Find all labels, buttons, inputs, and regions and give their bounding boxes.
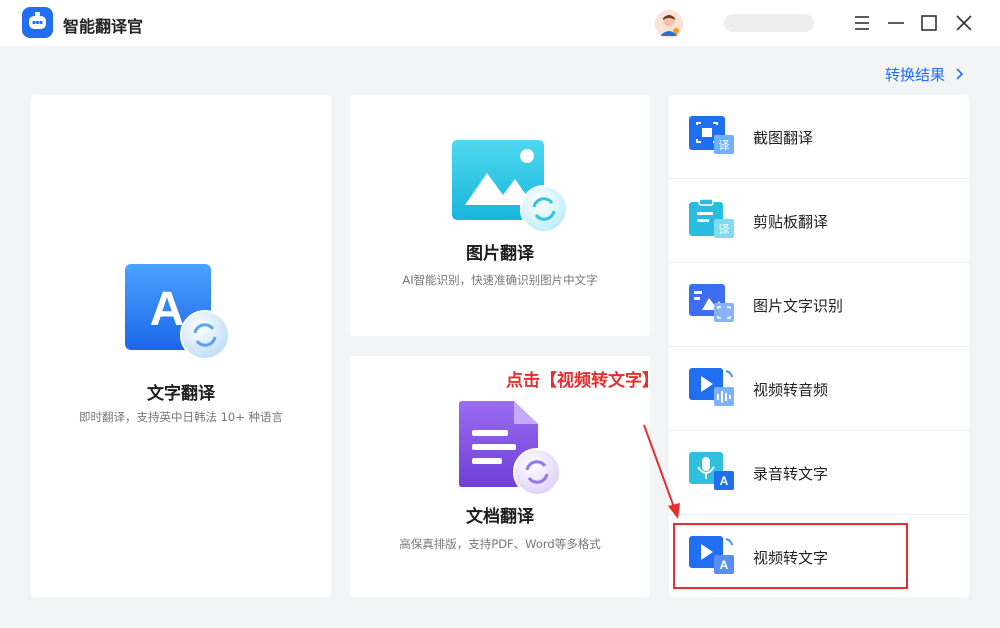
chat-bot-icon	[22, 7, 53, 38]
conversion-results-label: 转换结果	[885, 66, 946, 84]
doc-translate-desc: 高保真排版，支持PDF、Word等多格式	[399, 537, 601, 551]
document-translate-icon	[458, 400, 568, 500]
close-icon[interactable]	[953, 12, 975, 34]
doc-translate-title: 文档翻译	[466, 507, 534, 527]
highlight-box	[673, 523, 908, 589]
side-item-label: 剪贴板翻译	[753, 213, 829, 231]
menu-icon[interactable]	[851, 12, 873, 34]
app-title: 智能翻译官	[63, 17, 144, 36]
side-item-label: 录音转文字	[753, 465, 829, 483]
letter-a-translate-icon: A	[123, 263, 233, 363]
side-item-label: 图片文字识别	[753, 297, 844, 315]
video-to-audio-icon	[688, 367, 736, 407]
image-translate-card[interactable]: 图片翻译 AI智能识别，快速准确识别图片中文字	[350, 95, 650, 336]
maximize-icon[interactable]	[918, 12, 940, 34]
svg-text:译: 译	[719, 223, 730, 236]
conversion-results-link[interactable]: 转换结果	[885, 64, 964, 85]
user-avatar[interactable]	[655, 10, 683, 38]
image-translate-title: 图片翻译	[466, 244, 534, 264]
image-ocr-icon	[688, 283, 736, 323]
image-translate-desc: AI智能识别，快速准确识别图片中文字	[402, 273, 598, 287]
title-bar: 智能翻译官	[0, 0, 1000, 46]
screenshot-translate-icon: 译	[688, 115, 736, 155]
side-item-clipboard-translate[interactable]: 译 剪贴板翻译	[669, 179, 969, 263]
text-translate-card[interactable]: A 文字翻译 即时翻译，支持英中日韩法 10+ 种语言	[31, 95, 331, 597]
svg-text:A: A	[150, 283, 185, 336]
image-translate-icon	[451, 139, 571, 234]
side-item-label: 视频转音频	[753, 381, 829, 399]
text-translate-desc: 即时翻译，支持英中日韩法 10+ 种语言	[78, 410, 284, 424]
clipboard-translate-icon: 译	[688, 198, 736, 239]
text-translate-title: 文字翻译	[147, 384, 215, 404]
svg-text:A: A	[720, 474, 729, 488]
side-item-label: 截图翻译	[753, 129, 814, 147]
doc-translate-card[interactable]: 文档翻译 高保真排版，支持PDF、Word等多格式	[350, 356, 650, 597]
chevron-right-icon	[956, 68, 963, 80]
username-redacted	[724, 14, 814, 32]
side-item-recording-to-text[interactable]: A 录音转文字	[669, 431, 969, 515]
side-item-screenshot-translate[interactable]: 译 截图翻译	[669, 95, 969, 179]
side-item-image-ocr[interactable]: 图片文字识别	[669, 263, 969, 347]
tools-side-panel: 译 截图翻译 译 剪贴板翻译 图片文字识别 视频转音频 A 录音转文字 A 视频…	[669, 95, 969, 597]
minimize-icon[interactable]	[885, 12, 907, 34]
recording-to-text-icon: A	[688, 451, 736, 491]
side-item-video-to-audio[interactable]: 视频转音频	[669, 347, 969, 431]
annotation-text: 点击【视频转文字】	[506, 371, 659, 391]
svg-text:译: 译	[719, 139, 730, 152]
